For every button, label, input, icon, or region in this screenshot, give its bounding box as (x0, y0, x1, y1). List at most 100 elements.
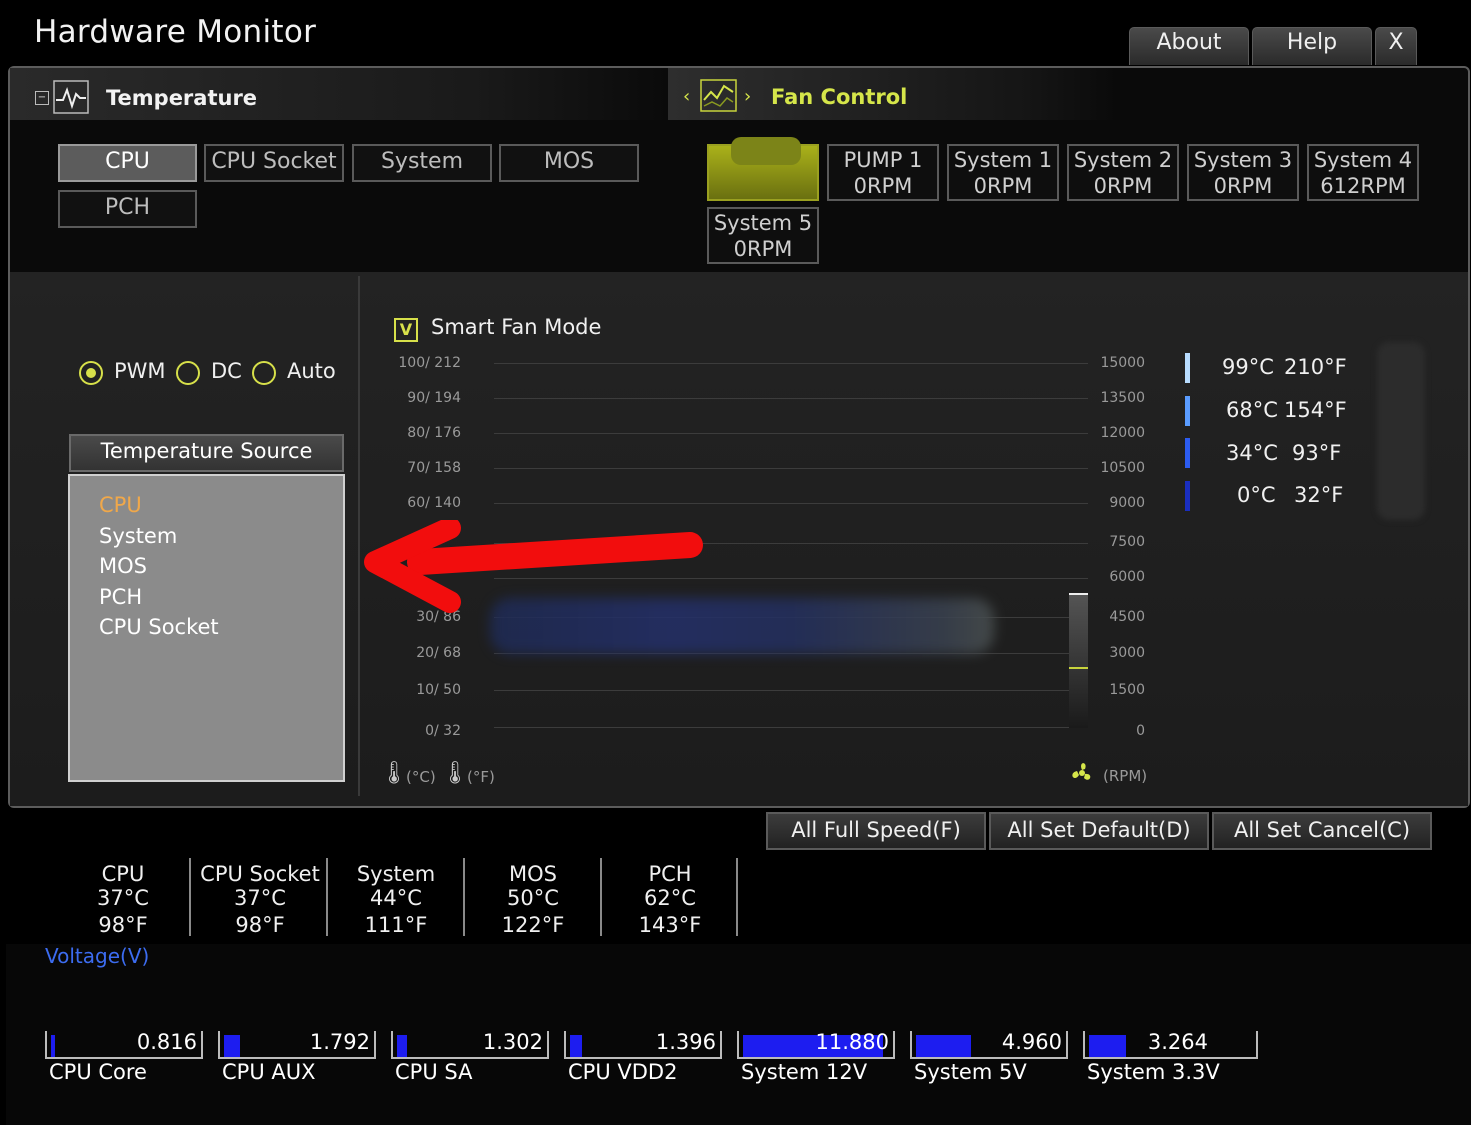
voltage-fill (1089, 1035, 1126, 1057)
radio-auto-label[interactable]: Auto (287, 359, 336, 383)
voltage-bar-system-5v: 4.960 (910, 1030, 1068, 1059)
all-set-default-button[interactable]: All Set Default(D) (989, 812, 1209, 850)
legend-celsius: 0°C (1237, 483, 1276, 507)
thermometer-fahrenheit-icon: 🌡 (441, 761, 469, 786)
source-item-mos[interactable]: MOS (99, 551, 343, 582)
unit-fahrenheit-label: (°F) (467, 768, 495, 786)
y-tick-left: 0/ 32 (425, 723, 461, 739)
voltage-fill (51, 1035, 55, 1057)
radio-pwm-dot[interactable] (79, 361, 103, 385)
voltage-value: 11.880 (815, 1030, 889, 1054)
y-tick-left: 90/ 194 (407, 390, 461, 406)
y-tick-left: 20/ 68 (416, 645, 461, 661)
fan-prev-icon[interactable]: ‹ (683, 86, 690, 107)
sensor-cpu: CPU 37°C 98°F (55, 862, 191, 937)
radio-pwm[interactable] (79, 361, 103, 389)
fan-rpm: 0RPM (1093, 174, 1153, 198)
close-button[interactable]: X (1375, 27, 1417, 65)
radio-dc-dot[interactable] (176, 361, 200, 385)
sensor-mos: MOS 50°C 122°F (465, 862, 601, 937)
fan-tab-system4[interactable]: System 4 612RPM (1307, 144, 1419, 201)
legend-color-bar (1185, 438, 1190, 468)
temperature-section-title: Temperature (106, 86, 258, 110)
radio-pwm-label[interactable]: PWM (114, 359, 166, 383)
unit-rpm-label: (RPM) (1103, 767, 1148, 785)
tab-cpu-socket[interactable]: CPU Socket (204, 144, 344, 182)
legend-celsius: 34°C (1226, 441, 1278, 465)
voltage-fill (397, 1035, 407, 1057)
sensor-name: CPU Socket (200, 862, 320, 886)
fan-tab-pump1[interactable]: PUMP 1 0RPM (827, 144, 939, 201)
fan-control-title: Fan Control (771, 85, 908, 109)
fan-name: System 2 (1073, 148, 1173, 172)
voltage-value: 1.302 (482, 1030, 543, 1054)
source-item-cpu-socket[interactable]: CPU Socket (99, 612, 343, 643)
fan-tab-system3[interactable]: System 3 0RPM (1187, 144, 1299, 201)
grid-line (494, 363, 1088, 364)
radio-auto[interactable] (252, 361, 276, 389)
all-full-speed-button[interactable]: All Full Speed(F) (766, 812, 986, 850)
legend-celsius: 68°C (1226, 398, 1278, 422)
radio-dc[interactable] (176, 361, 200, 389)
radio-dc-label[interactable]: DC (211, 359, 242, 383)
all-set-cancel-button[interactable]: All Set Cancel(C) (1212, 812, 1432, 850)
red-arrow-annotation (364, 520, 703, 613)
y-tick-left: 100/ 212 (398, 355, 461, 371)
voltage-bar-cpu-core: 0.816 (45, 1030, 203, 1059)
sensor-celsius: 37°C (234, 886, 286, 910)
fan-name: PUMP 1 (843, 148, 923, 172)
fan-tab-system5[interactable]: System 5 0RPM (707, 207, 819, 264)
fan-name: System 1 (953, 148, 1053, 172)
grid-line (494, 398, 1088, 399)
voltage-name: System 12V (741, 1060, 868, 1084)
y-tick-right: 15000 (1100, 355, 1145, 371)
y-tick-right: 1500 (1109, 682, 1145, 698)
collapse-icon[interactable]: − (35, 91, 49, 105)
tab-system[interactable]: System (352, 144, 492, 182)
sensor-name: System (356, 862, 436, 886)
voltage-value: 1.396 (655, 1030, 716, 1054)
sensor-fahrenheit: 122°F (501, 913, 565, 937)
fan-tab-system2[interactable]: System 2 0RPM (1067, 144, 1179, 201)
app-title: Hardware Monitor (34, 14, 317, 50)
voltage-value: 0.816 (136, 1030, 197, 1054)
sensor-cpu-socket: CPU Socket 37°C 98°F (192, 862, 328, 937)
sensor-fahrenheit: 98°F (235, 913, 285, 937)
smart-fan-checkbox[interactable]: V (394, 318, 418, 342)
legend-fahrenheit: 32°F (1294, 483, 1344, 507)
fan-rpm: 0RPM (1213, 174, 1273, 198)
voltage-name: System 5V (914, 1060, 1027, 1084)
fan-next-icon[interactable]: › (744, 86, 751, 107)
fan-tab-cpu-fan[interactable] (707, 137, 819, 201)
radio-auto-dot[interactable] (252, 361, 276, 385)
source-item-system[interactable]: System (99, 521, 343, 552)
source-item-cpu[interactable]: CPU (99, 490, 343, 521)
help-button[interactable]: Help (1252, 27, 1372, 65)
sensor-celsius: 44°C (370, 886, 422, 910)
voltage-bar-system-3v3: 3.264 (1083, 1030, 1258, 1059)
tab-pch[interactable]: PCH (58, 190, 197, 228)
y-tick-right: 7500 (1109, 534, 1145, 550)
grid-line (494, 503, 1088, 504)
legend-fahrenheit: 93°F (1292, 441, 1342, 465)
voltage-name: CPU Core (49, 1060, 147, 1084)
voltage-name: CPU SA (395, 1060, 473, 1084)
legend-fahrenheit: 154°F (1284, 398, 1347, 422)
tab-cpu[interactable]: CPU (58, 144, 197, 182)
voltage-bar-cpu-sa: 1.302 (391, 1030, 549, 1059)
fan-tab-system1[interactable]: System 1 0RPM (947, 144, 1059, 201)
about-button[interactable]: About (1129, 27, 1249, 65)
legend-scrollbar[interactable] (1377, 342, 1425, 520)
fan-rpm: 0RPM (733, 237, 793, 261)
sensor-name: PCH (648, 862, 692, 886)
voltage-fill (570, 1035, 582, 1057)
sensor-name: CPU (101, 862, 145, 886)
fan-name: System 4 (1313, 148, 1413, 172)
temperature-source-list[interactable]: CPU System MOS PCH CPU Socket (68, 474, 345, 782)
rpm-gauge (1069, 593, 1088, 728)
source-item-pch[interactable]: PCH (99, 582, 343, 613)
tab-mos[interactable]: MOS (499, 144, 639, 182)
voltage-value: 1.792 (309, 1030, 370, 1054)
grid-line (494, 690, 1088, 691)
unit-celsius-label: (°C) (406, 768, 436, 786)
